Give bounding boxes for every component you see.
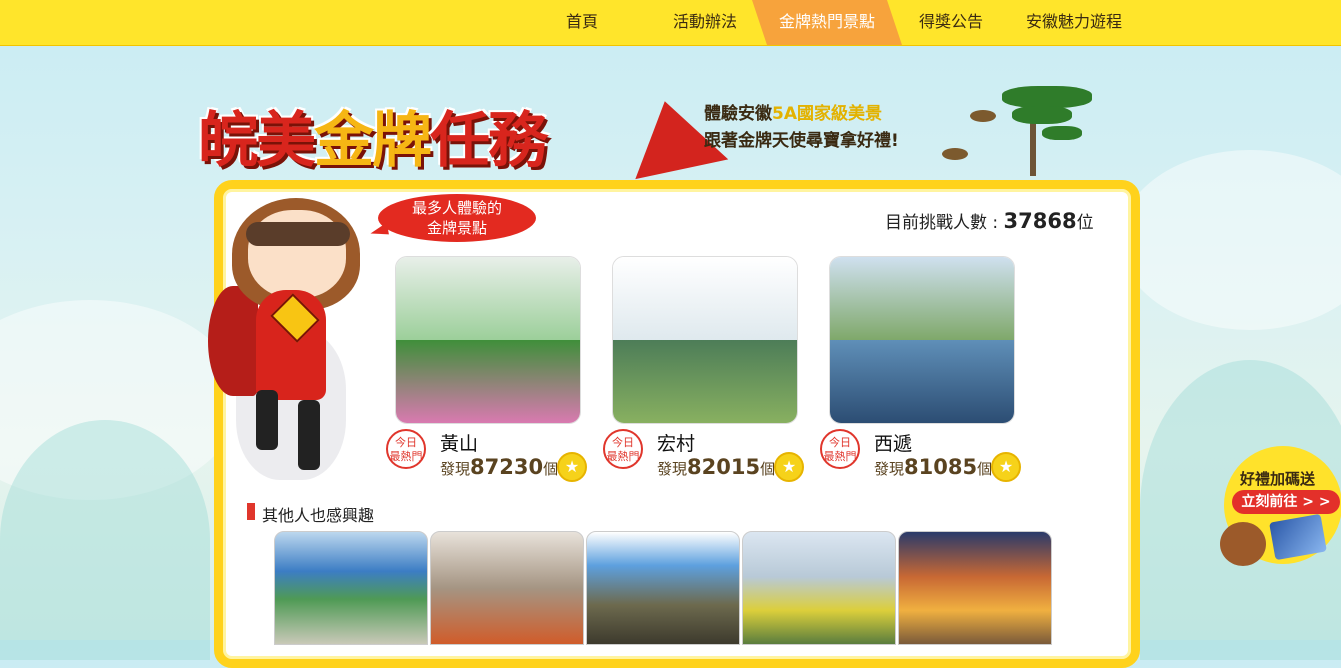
nav-gold-spots[interactable]: 金牌熱門景點 [752,0,902,45]
section-marker [247,503,255,520]
count-suffix: 個 [543,460,559,478]
count-prefix: 發現 [657,460,688,478]
spot-count: 發現87230個 [440,455,558,479]
challenger-count-value: 37868 [1003,209,1077,233]
slogan-line1-a: 體驗安徽 [704,104,772,124]
spot-thumbnail[interactable] [898,531,1052,645]
nav-anhui-tours[interactable]: 安徽魅力遊程 [1012,0,1136,45]
bird-icon [942,148,968,160]
spot-name[interactable]: 黃山 [440,429,478,456]
badge-line2: 最熱門 [606,450,640,463]
mascot-head-icon [1220,522,1266,566]
challenger-count-unit: 位 [1076,213,1094,233]
today-hot-badge: 今日 最熱門 [820,429,860,469]
spot-count: 發現81085個 [874,455,992,479]
spot-card-image[interactable] [395,256,581,424]
slogan-line1-b: 5A國家級美景 [772,104,882,124]
today-hot-badge: 今日 最熱門 [603,429,643,469]
badge-line1: 今日 [395,436,417,449]
badge-line1: 今日 [612,436,634,449]
count-suffix: 個 [760,460,776,478]
gift-promo[interactable]: 好禮加碼送 立刻前往 > > [1220,446,1341,571]
bird-icon [970,110,996,122]
challenger-count-label: 目前挑戰人數 : [885,213,1004,233]
count-prefix: 發現 [874,460,905,478]
badge-line2: 最熱門 [389,450,423,463]
count-prefix: 發現 [440,460,471,478]
mascot-hero [206,190,366,490]
spot-thumbnail[interactable] [430,531,584,645]
section-title: 其他人也感興趣 [262,506,375,525]
nav-rules[interactable]: 活動辦法 [660,0,750,45]
nav-home[interactable]: 首頁 [542,0,622,45]
campaign-title: 皖美金牌任務 [198,92,548,179]
title-part-3: 任務 [430,106,548,176]
title-part-1: 皖美 [198,106,316,176]
background-mountain [0,420,210,660]
challenger-count: 目前挑戰人數 : 37868位 [885,208,1094,233]
count-value: 87230 [470,455,544,479]
gift-card-icon [1269,513,1327,561]
slogan: 體驗安徽5A國家級美景 跟著金牌天使尋寶拿好禮! [704,101,899,155]
bubble-line2: 金牌景點 [426,219,487,237]
top-navigation: 首頁 活動辦法 金牌熱門景點 得獎公告 安徽魅力遊程 [0,0,1341,46]
gold-medal-icon: ★ [557,452,587,482]
today-hot-badge: 今日 最熱門 [386,429,426,469]
gold-medal-icon: ★ [991,452,1021,482]
gold-medal-icon: ★ [774,452,804,482]
spot-count: 發現82015個 [657,455,775,479]
spot-card-image[interactable] [829,256,1015,424]
spot-thumbnail[interactable] [586,531,740,645]
slogan-line2: 跟著金牌天使尋寶拿好禮! [704,131,899,151]
spot-name[interactable]: 宏村 [657,429,695,456]
promo-title: 好禮加碼送 [1240,470,1316,488]
spot-card-image[interactable] [612,256,798,424]
pine-tree-icon [1002,86,1092,176]
spot-name[interactable]: 西遞 [874,429,912,456]
count-value: 81085 [904,455,978,479]
count-value: 82015 [687,455,761,479]
promo-go-button[interactable]: 立刻前往 > > [1232,490,1340,514]
count-suffix: 個 [977,460,993,478]
title-part-2: 金牌 [314,106,432,176]
spot-thumbnail[interactable] [742,531,896,645]
speech-bubble: 最多人體驗的 金牌景點 [378,194,536,242]
spot-thumbnail[interactable] [274,531,428,645]
background-cloud [1120,150,1341,330]
nav-winners[interactable]: 得獎公告 [905,0,997,45]
badge-line1: 今日 [829,436,851,449]
bubble-line1: 最多人體驗的 [411,199,502,217]
badge-line2: 最熱門 [823,450,857,463]
